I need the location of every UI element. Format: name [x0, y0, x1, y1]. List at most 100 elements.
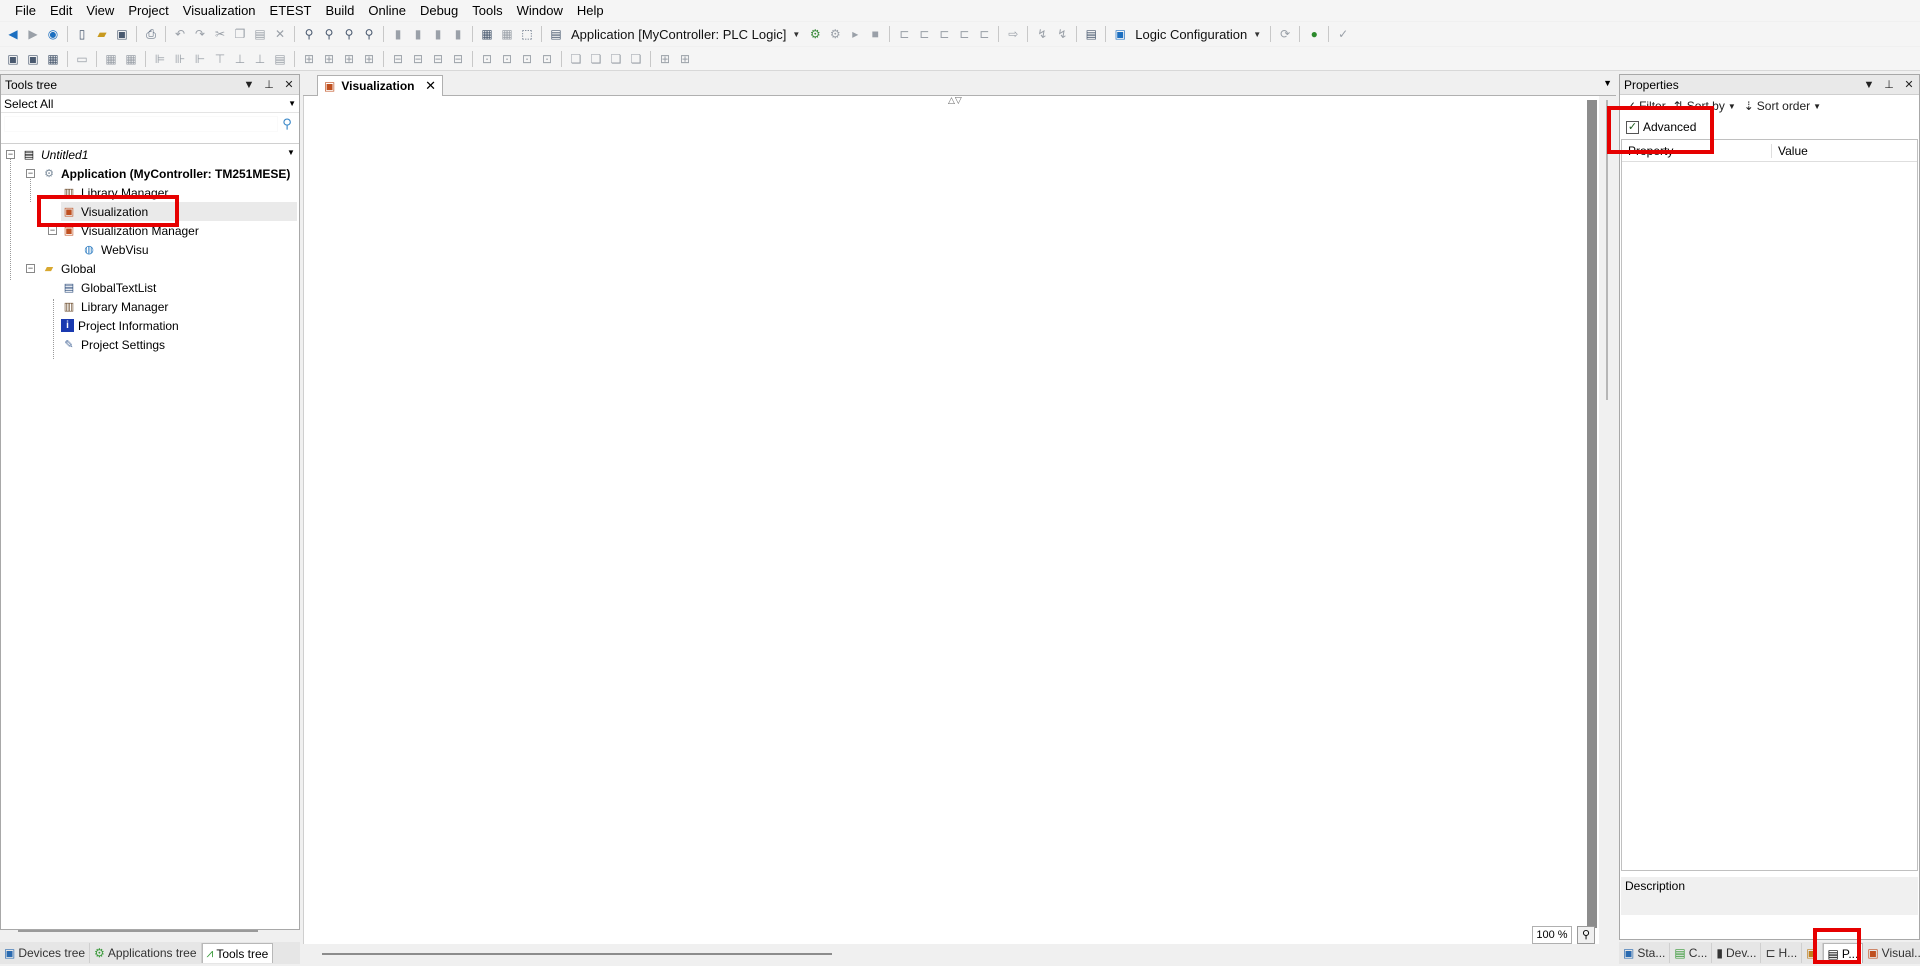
new-project-icon[interactable]: ▯: [73, 25, 91, 43]
close-icon[interactable]: ✕: [425, 78, 436, 94]
step-over-icon[interactable]: ⊏: [915, 25, 933, 43]
undo-icon[interactable]: ↶: [171, 25, 189, 43]
unforce-values-icon[interactable]: ↯: [1053, 25, 1071, 43]
copy-icon[interactable]: ❐: [231, 25, 249, 43]
tab-h[interactable]: ⊏ H...: [1761, 943, 1803, 963]
editor-horizontal-scrollbar[interactable]: [322, 953, 832, 955]
send-back-icon[interactable]: ❏: [587, 50, 605, 68]
close-icon[interactable]: ✕: [279, 78, 299, 91]
breakpoint-icon[interactable]: ⊏: [895, 25, 913, 43]
device-icon[interactable]: ▤: [547, 25, 565, 43]
visu-select-icon[interactable]: ▣: [24, 50, 42, 68]
collapse-icon[interactable]: −: [26, 169, 35, 178]
tree-item-webvisu[interactable]: ◍ WebVisu: [81, 240, 148, 259]
ungroup-icon[interactable]: ▦: [122, 50, 140, 68]
menu-debug[interactable]: Debug: [413, 0, 465, 21]
collapse-icon[interactable]: −: [6, 150, 15, 159]
resize-height-icon[interactable]: ⊡: [518, 50, 536, 68]
tab-visual[interactable]: ▣ Visual...: [1863, 943, 1920, 963]
grid-icon[interactable]: ▦: [498, 25, 516, 43]
column-value[interactable]: Value: [1772, 144, 1808, 158]
login-icon[interactable]: ⚙: [806, 25, 824, 43]
menu-online[interactable]: Online: [361, 0, 413, 21]
visu-table-icon[interactable]: ▦: [44, 50, 62, 68]
visu-element-icon[interactable]: ▣: [4, 50, 22, 68]
space-h-icon[interactable]: ⊞: [340, 50, 358, 68]
menu-project[interactable]: Project: [121, 0, 175, 21]
force-values-icon[interactable]: ↯: [1033, 25, 1051, 43]
decrease-space-icon[interactable]: ⊟: [449, 50, 467, 68]
visualization-canvas[interactable]: [303, 96, 1599, 944]
collapse-icon[interactable]: −: [48, 226, 57, 235]
refresh-icon[interactable]: ⟳: [1276, 25, 1294, 43]
navigate-icon[interactable]: ◉: [44, 25, 62, 43]
align-right-icon[interactable]: ⊩: [191, 50, 209, 68]
bring-forward-icon[interactable]: ❏: [607, 50, 625, 68]
logic-configuration-combo[interactable]: Logic Configuration ▼: [1131, 25, 1265, 43]
paste-icon[interactable]: ▤: [251, 25, 269, 43]
select-all-icon[interactable]: ⊞: [656, 50, 674, 68]
tools-filter-select[interactable]: Select All ▼: [1, 95, 299, 113]
same-height-icon[interactable]: ⊟: [409, 50, 427, 68]
stop-icon[interactable]: ■: [866, 25, 884, 43]
group-icon[interactable]: ▦: [102, 50, 120, 68]
monitor-icon[interactable]: ▣: [1111, 25, 1129, 43]
menu-file[interactable]: File: [8, 0, 43, 21]
bookmark-icon[interactable]: ▮: [389, 25, 407, 43]
forward-icon[interactable]: ▶: [24, 25, 42, 43]
menu-build[interactable]: Build: [318, 0, 361, 21]
same-width-icon[interactable]: ⊟: [389, 50, 407, 68]
increase-space-icon[interactable]: ⊟: [429, 50, 447, 68]
center-icon[interactable]: ⊡: [538, 50, 556, 68]
tab-visualization[interactable]: ▣ Visualization ✕: [317, 75, 443, 96]
chevron-down-icon[interactable]: ▼: [1859, 79, 1879, 91]
align-left-icon[interactable]: ⊫: [151, 50, 169, 68]
menu-visualization[interactable]: Visualization: [176, 0, 263, 21]
run-icon[interactable]: ▸: [846, 25, 864, 43]
zoom-icon[interactable]: ⚲: [1577, 926, 1595, 944]
menu-view[interactable]: View: [79, 0, 121, 21]
align-bottom-icon[interactable]: ⊥: [251, 50, 269, 68]
tree-item-library-manager-global[interactable]: ▥ Library Manager: [61, 297, 169, 316]
export-icon[interactable]: ⬚: [518, 25, 536, 43]
align-top-icon[interactable]: ⊤: [211, 50, 229, 68]
menu-etest[interactable]: ETEST: [263, 0, 319, 21]
pin-icon[interactable]: ⊥: [259, 78, 279, 91]
menu-help[interactable]: Help: [570, 0, 611, 21]
tab-devices-tree[interactable]: ▣ Devices tree: [0, 943, 91, 963]
menu-window[interactable]: Window: [510, 0, 570, 21]
tab-status[interactable]: ▣ Sta...: [1619, 943, 1671, 963]
configuration-icon[interactable]: ▤: [1082, 25, 1100, 43]
library-icon[interactable]: ▦: [478, 25, 496, 43]
force-icon[interactable]: ⊏: [975, 25, 993, 43]
tab-devices[interactable]: ▮ Dev...: [1712, 943, 1762, 963]
tree-item-project[interactable]: ▤ Untitled1: [21, 145, 89, 164]
tree-item-application[interactable]: ⚙ Application (MyController: TM251MESE): [41, 164, 290, 183]
application-combo[interactable]: Application [MyController: PLC Logic] ▼: [567, 25, 804, 43]
bookmark-clear-icon[interactable]: ▮: [449, 25, 467, 43]
cut-icon[interactable]: ✂: [211, 25, 229, 43]
chevron-down-icon[interactable]: ▼: [287, 148, 295, 157]
tab-tools-tree[interactable]: ⩘ Tools tree: [201, 943, 274, 963]
tree-item-project-information[interactable]: i Project Information: [61, 316, 179, 335]
space-v-icon[interactable]: ⊞: [360, 50, 378, 68]
collapse-icon[interactable]: −: [26, 264, 35, 273]
replace-icon[interactable]: ⚲: [340, 25, 358, 43]
align-middle-icon[interactable]: ⊥: [231, 50, 249, 68]
search-icon[interactable]: ⚲: [278, 116, 296, 132]
chevron-down-icon[interactable]: ▼: [239, 79, 259, 91]
online-status-icon[interactable]: ●: [1305, 25, 1323, 43]
splitter-handle[interactable]: △▽: [948, 95, 962, 106]
open-project-icon[interactable]: ▰: [93, 25, 111, 43]
tab-applications-tree[interactable]: ⚙ Applications tree: [90, 943, 202, 963]
tools-search-input[interactable]: [4, 116, 278, 132]
check-icon[interactable]: ✓: [1334, 25, 1352, 43]
bring-front-icon[interactable]: ❏: [567, 50, 585, 68]
write-values-icon[interactable]: ⇨: [1004, 25, 1022, 43]
logout-icon[interactable]: ⚙: [826, 25, 844, 43]
menu-edit[interactable]: Edit: [43, 0, 79, 21]
tree-item-project-settings[interactable]: ✎ Project Settings: [61, 335, 165, 354]
find-next-icon[interactable]: ⚲: [320, 25, 338, 43]
back-icon[interactable]: ◀: [4, 25, 22, 43]
zoom-level[interactable]: 100 %: [1532, 926, 1572, 944]
